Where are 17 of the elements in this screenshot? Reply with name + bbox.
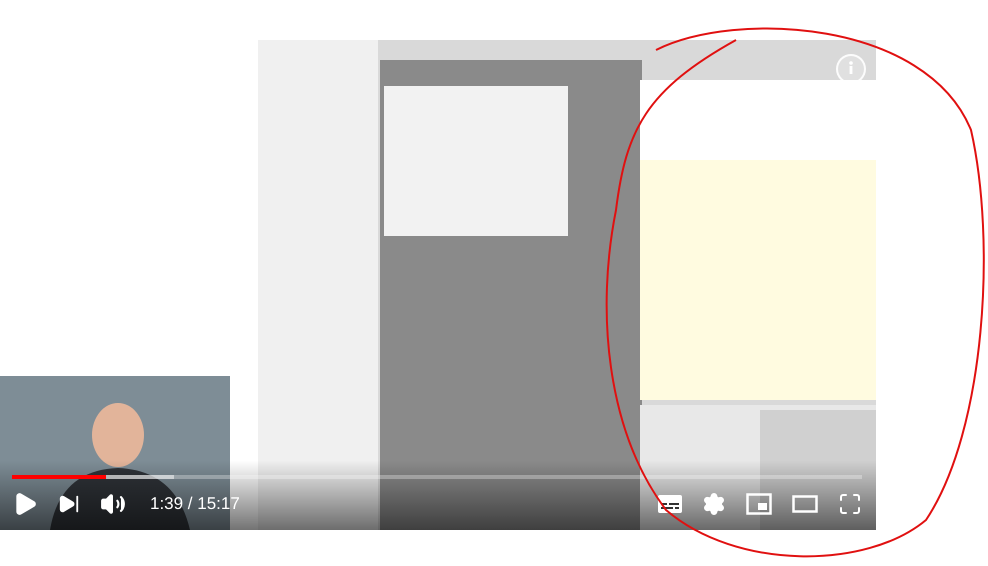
miniplayer-icon [746, 493, 772, 515]
miniplayer-button[interactable] [746, 493, 772, 515]
subtitles-icon [658, 495, 682, 513]
progress-bar[interactable] [12, 475, 862, 479]
settings-icon [702, 492, 726, 516]
next-button[interactable] [58, 493, 80, 515]
fullscreen-button[interactable] [838, 492, 862, 516]
video-time: 1:39 / 15:17 [150, 494, 240, 514]
next-icon [58, 493, 80, 515]
settings-button[interactable] [702, 492, 726, 516]
theater-mode-icon [792, 495, 818, 513]
speaker-icon [100, 491, 126, 517]
video-player[interactable]: 1:39 / 15:17 [0, 40, 876, 530]
volume-button[interactable] [100, 491, 126, 517]
theater-mode-button[interactable] [792, 495, 818, 513]
subtitles-button[interactable] [658, 495, 682, 513]
fullscreen-icon [838, 492, 862, 516]
